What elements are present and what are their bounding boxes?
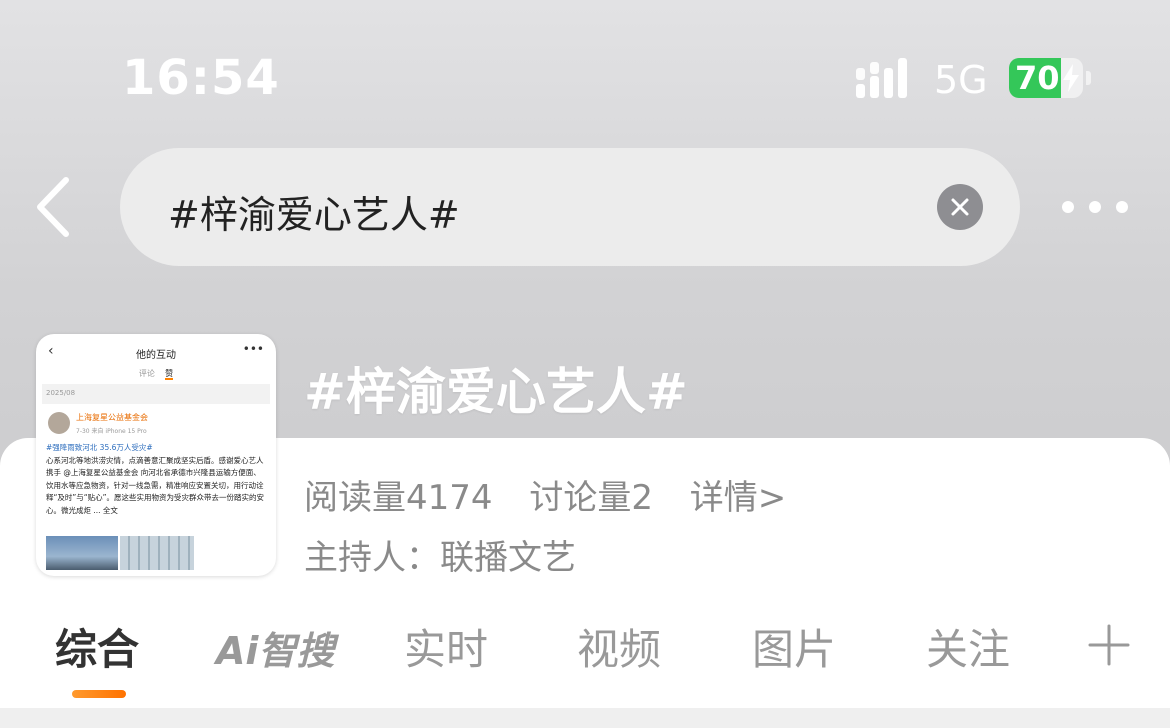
thumb-tab: 评论 [138, 369, 155, 378]
topic-host: 主持人：联播文艺 [304, 538, 576, 578]
thumb-tabs: 评论 赞 [42, 368, 270, 380]
tab-ai-search[interactable]: Ai智搜 [216, 620, 334, 675]
more-icon[interactable] [1058, 195, 1132, 219]
thumb-meta: 7-30 来自 iPhone 15 Pro [76, 428, 147, 435]
thumb-author: 上海复星公益基金会 [76, 413, 148, 422]
details-link[interactable]: 详情> [690, 478, 787, 518]
status-bar: 16:54 5G 70 [0, 0, 1170, 150]
active-tab-indicator [72, 690, 126, 698]
thumb-body: #强降雨致河北 35.6万人受灾# 心系河北等地洪涝灾情，点滴善意汇聚成坚实后盾… [46, 442, 268, 517]
sheet-divider [0, 708, 1170, 728]
thumb-more-icon: ••• [242, 342, 264, 356]
thumb-photo [120, 536, 194, 570]
battery-icon: 70 [1009, 58, 1091, 98]
network-type: 5G [934, 58, 988, 102]
search-input[interactable]: #梓渝爱心艺人# [120, 148, 1020, 266]
result-tabs: 综合 Ai智搜 实时 视频 图片 关注 [0, 616, 1170, 686]
signal-icon [856, 58, 907, 98]
read-count: 阅读量4174 [304, 478, 493, 518]
plus-icon[interactable] [1088, 624, 1130, 666]
tab-video[interactable]: 视频 [577, 616, 661, 677]
discussion-count: 讨论量2 [529, 478, 653, 518]
clear-icon[interactable] [937, 184, 983, 230]
battery-level: 70 [1015, 59, 1060, 97]
thumb-tab-active: 赞 [165, 369, 174, 380]
search-query[interactable]: #梓渝爱心艺人# [168, 184, 460, 239]
thumb-date: 2025/08 [46, 389, 76, 397]
status-time: 16:54 [122, 50, 280, 106]
thumb-hashtag: #强降雨致河北 35.6万人受灾# [46, 443, 153, 452]
thumb-avatar [48, 412, 70, 434]
topic-thumbnail[interactable]: ‹ 他的互动 ••• 评论 赞 2025/08 上海复星公益基金会 7-30 来… [36, 334, 276, 576]
tab-realtime[interactable]: 实时 [404, 616, 488, 677]
topic-title: #梓渝爱心艺人# [304, 363, 688, 421]
tab-images[interactable]: 图片 [752, 616, 836, 677]
thumb-photo [46, 536, 118, 570]
thumb-title: 他的互动 [136, 350, 176, 361]
back-chevron-icon[interactable] [30, 172, 80, 242]
thumb-text: 心系河北等地洪涝灾情，点滴善意汇聚成坚实后盾。感谢爱心艺人携手 @上海复星公益基… [46, 455, 265, 515]
tab-comprehensive[interactable]: 综合 [55, 616, 139, 677]
charging-bolt-icon [1063, 64, 1079, 92]
tab-following[interactable]: 关注 [926, 616, 1010, 677]
topic-stats: 阅读量4174 讨论量2 详情> [304, 470, 812, 519]
